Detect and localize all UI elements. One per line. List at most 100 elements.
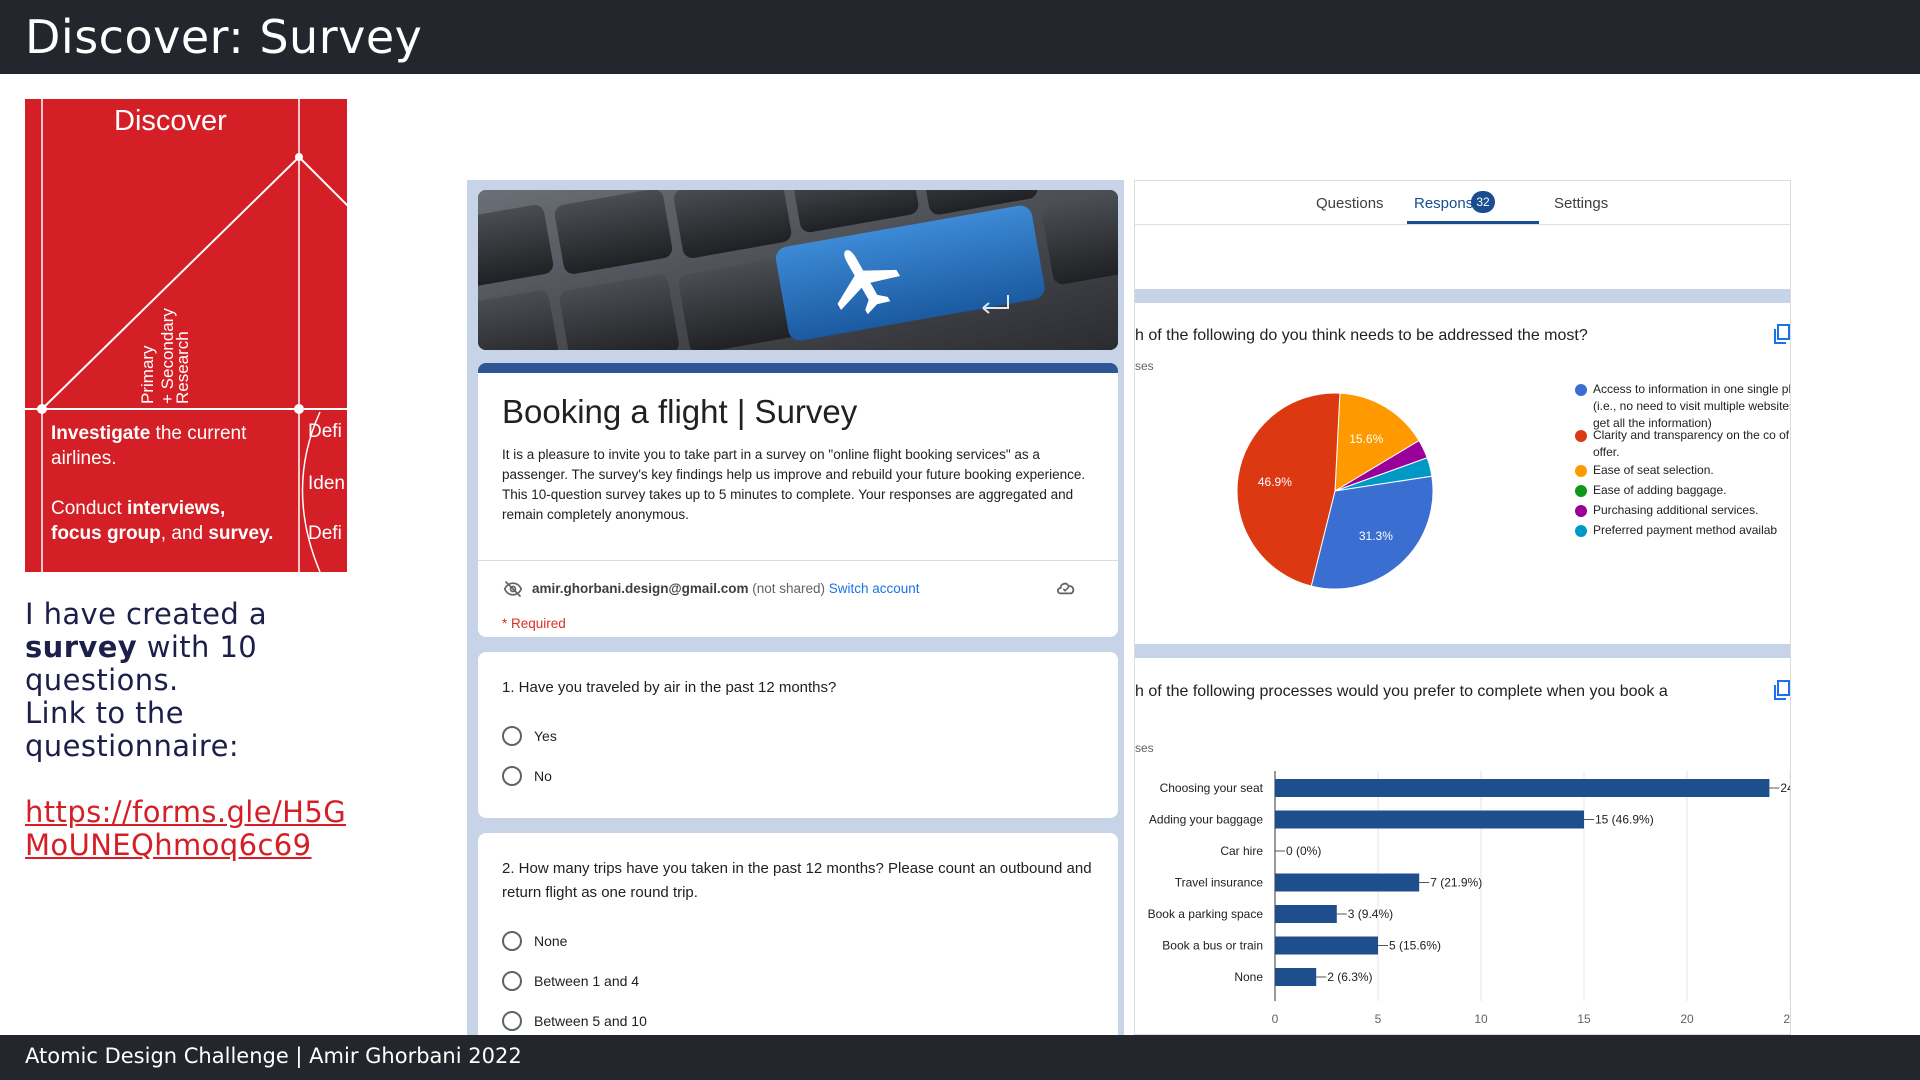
slide-header: Discover: Survey: [0, 0, 1920, 74]
legend-item: Access to information in one single plac…: [1575, 381, 1791, 432]
questionnaire-link[interactable]: https://forms.gle/H5GMoUNEQhmoq6c69: [25, 796, 365, 862]
tab-questions[interactable]: Questions: [1316, 195, 1384, 212]
axis-label-primary: Primary: [138, 345, 157, 404]
legend-label: Ease of adding baggage.: [1593, 483, 1727, 497]
form-title: Booking a flight | Survey: [502, 393, 858, 430]
intro-pre: I have created a: [25, 597, 267, 631]
legend-swatch: [1575, 430, 1587, 442]
pie-slice-label: 31.3%: [1359, 529, 1393, 543]
legend-label: Access to information in one single plac…: [1593, 382, 1791, 430]
bar-category-label: None: [1234, 970, 1263, 984]
responses-panel: Questions Responses 32 Settings h of the…: [1134, 180, 1791, 1035]
legend-item: Ease of seat selection.: [1575, 462, 1790, 479]
discover-diagram: Primary + Secondary Research Discover In…: [25, 99, 347, 572]
legend-swatch: [1575, 384, 1587, 396]
bar-category-label: Travel insurance: [1175, 876, 1264, 890]
bar-responses-count: ses: [1135, 741, 1154, 755]
question-card-1: 1. Have you traveled by air in the past …: [478, 652, 1118, 818]
option-label: Between 5 and 10: [534, 1013, 647, 1029]
not-shared-label: (not shared): [748, 581, 829, 596]
option-label: Between 1 and 4: [534, 973, 640, 989]
pie-chart: 15.6% 31.3% 46.9%: [1236, 392, 1434, 590]
footer-text: Atomic Design Challenge | Amir Ghorbani …: [25, 1044, 522, 1068]
account-email: amir.ghorbani.design@gmail.com: [532, 581, 749, 596]
pie-slice-label: 15.6%: [1349, 432, 1383, 446]
account-row: amir.ghorbani.design@gmail.com (not shar…: [502, 580, 1102, 598]
discover-title: Discover: [114, 105, 227, 137]
link-label: Link to the questionnaire:: [25, 696, 239, 763]
legend-swatch: [1575, 525, 1587, 537]
survey-intro-text: I have created a survey with 10 question…: [25, 598, 365, 697]
option-label: None: [534, 933, 568, 949]
question-card-2: 2. How many trips have you taken in the …: [478, 833, 1118, 1035]
investigate-bold: Investigate: [51, 423, 151, 444]
discover-investigate-text: Investigate the current airlines.: [51, 421, 281, 471]
slide-footer: Atomic Design Challenge | Amir Ghorbani …: [0, 1035, 1920, 1080]
legend-item: Purchasing additional services.: [1575, 502, 1790, 519]
bar: [1275, 905, 1337, 923]
identify-label: Iden: [308, 473, 345, 494]
bar: [1275, 968, 1317, 986]
radio-button[interactable]: [502, 766, 522, 786]
bar: [1275, 810, 1584, 829]
form-header-card: Booking a flight | Survey It is a pleasu…: [478, 363, 1118, 637]
radio-button[interactable]: [502, 931, 522, 951]
google-form-panel: Booking a flight | Survey It is a pleasu…: [467, 180, 1124, 1035]
x-tick-label: 0: [1272, 1012, 1279, 1026]
form-tabs-bar: Questions Responses 32 Settings: [1135, 181, 1790, 225]
form-divider: [478, 560, 1118, 561]
bar-value-label: 5 (15.6%): [1389, 939, 1441, 953]
tab-settings[interactable]: Settings: [1554, 195, 1608, 212]
bar-category-label: Book a bus or train: [1162, 939, 1263, 953]
legend-item: Clarity and transparency on the co of th…: [1575, 427, 1791, 461]
bar-value-label: 7 (21.9%): [1430, 876, 1482, 890]
intro-bold: survey: [25, 630, 138, 664]
radio-button[interactable]: [502, 1011, 522, 1031]
bar: [1275, 936, 1378, 955]
bar-category-label: Book a parking space: [1148, 907, 1264, 921]
bar-category-label: Adding your baggage: [1149, 813, 1263, 827]
legend-item: Ease of adding baggage.: [1575, 482, 1790, 499]
legend-label: Clarity and transparency on the co of th…: [1593, 428, 1791, 459]
slide-title: Discover: Survey: [25, 10, 423, 64]
section-separator: [1135, 289, 1790, 303]
radio-button[interactable]: [502, 971, 522, 991]
option-label: No: [534, 768, 552, 784]
pie-question-title: h of the following do you think needs to…: [1135, 327, 1588, 344]
x-tick-label: 20: [1680, 1012, 1694, 1026]
legend-label: Purchasing additional services.: [1593, 503, 1759, 517]
conduct-pre: Conduct: [51, 498, 128, 519]
legend-swatch: [1575, 505, 1587, 517]
bar-value-label: 24: [1780, 781, 1791, 795]
survey-bold: survey.: [208, 523, 274, 544]
x-tick-label: 15: [1577, 1012, 1591, 1026]
bar-chart: 0 5 10 15 20 25 Choosing your seat 24 Adding you…: [1148, 771, 1791, 1026]
conduct-mid: , and: [160, 523, 209, 544]
form-description-p1: It is a pleasure to invite you to take p…: [502, 447, 1086, 482]
eye-off-icon: [503, 580, 523, 598]
discover-conduct-text: Conduct interviews, focus group, and surv…: [51, 496, 291, 546]
interviews-bold: interviews,: [127, 498, 226, 519]
bar: [1275, 873, 1420, 892]
legend-label: Ease of seat selection.: [1593, 463, 1714, 477]
bar-value-label: 0 (0%): [1286, 844, 1321, 858]
copy-chart-icon[interactable]: [1774, 324, 1790, 344]
section-separator: [1135, 644, 1790, 658]
define-label-1: Defi: [308, 421, 342, 442]
keyboard-airplane-illustration: [478, 190, 1118, 350]
cloud-saved-icon: [1057, 582, 1075, 595]
copy-chart-icon[interactable]: [1774, 680, 1790, 700]
switch-account-link[interactable]: Switch account: [829, 581, 920, 596]
form-banner-image: [478, 190, 1118, 350]
axis-label-research: Research: [173, 331, 192, 404]
radio-button[interactable]: [502, 726, 522, 746]
pie-responses-count: ses: [1135, 359, 1154, 373]
define-label-2: Defi: [308, 523, 342, 544]
focus-group-bold: focus group: [51, 523, 161, 544]
question-1-text: 1. Have you traveled by air in the past …: [502, 679, 837, 696]
bar: [1275, 779, 1770, 797]
bar-value-label: 3 (9.4%): [1348, 907, 1393, 921]
legend-label: Preferred payment method availab: [1593, 523, 1778, 537]
legend-swatch: [1575, 465, 1587, 477]
question-2-text: 2. How many trips have you taken in the …: [502, 860, 1092, 901]
